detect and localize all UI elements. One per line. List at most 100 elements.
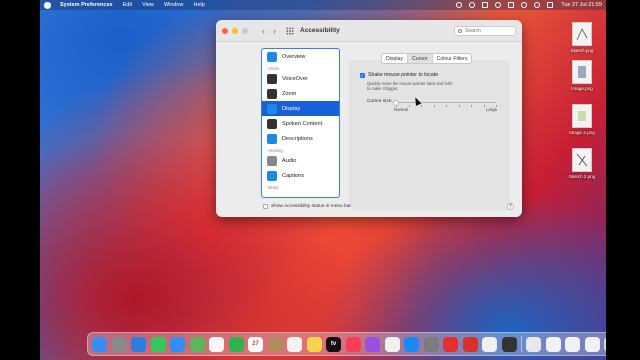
wifi-icon[interactable]: [521, 2, 528, 8]
sidebar-item-label: Descriptions: [282, 135, 313, 142]
search-field[interactable]: [454, 25, 516, 36]
slider-tick: [458, 105, 460, 107]
sidebar-item-descriptions[interactable]: Descriptions: [262, 131, 339, 146]
desktop-file-sketch-2[interactable]: Sketch 2.png: [562, 148, 602, 179]
menu-help[interactable]: Help: [193, 2, 204, 8]
apple-icon[interactable]: [44, 1, 51, 9]
sidebar-item-label: Overview: [282, 53, 306, 60]
show-all-grid-icon[interactable]: [286, 26, 294, 35]
siri-icon[interactable]: [469, 2, 476, 8]
minimize-button[interactable]: [232, 27, 238, 34]
dock-sketch-app-icon[interactable]: [501, 336, 517, 352]
desktop-file-image[interactable]: Image.png: [562, 60, 602, 91]
status-menu-checkbox[interactable]: [263, 204, 268, 209]
sidebar-item-audio[interactable]: Audio: [262, 153, 339, 168]
sidebar-item-spoken-content[interactable]: Spoken Content: [262, 116, 339, 131]
sidebar-item-voiceover[interactable]: VoiceOver: [262, 71, 339, 86]
dock-notes-icon[interactable]: [306, 336, 322, 352]
desktop-file-sketch[interactable]: Sketch.png: [562, 22, 602, 53]
sidebar-item-label: Audio: [282, 157, 297, 164]
menu-bar: System Preferences Edit View Window Help…: [40, 0, 606, 10]
slider-tick: [433, 105, 435, 107]
dock-finder-icon[interactable]: [92, 336, 107, 352]
shake-pointer-description: Quickly move the mouse pointer back and …: [367, 81, 453, 91]
zoom-button[interactable]: [242, 27, 248, 34]
menu-edit[interactable]: Edit: [123, 2, 132, 8]
menu-app-name[interactable]: System Preferences: [60, 2, 113, 8]
dock-screenshot-2-icon[interactable]: [565, 336, 580, 352]
menu-view[interactable]: View: [142, 2, 154, 8]
descriptions-icon: [267, 133, 277, 144]
dock-mail-2-icon[interactable]: [443, 336, 458, 352]
dock-app-store-icon[interactable]: [404, 336, 419, 352]
window-title: Accessibility: [300, 27, 340, 34]
menu-bar-status-option[interactable]: Show Accessibility status in menu bar: [263, 204, 351, 209]
play-icon[interactable]: [482, 2, 489, 8]
dock-messages-icon[interactable]: [150, 336, 166, 352]
control-center-icon[interactable]: [547, 2, 554, 8]
sidebar-item-display[interactable]: Display: [262, 101, 339, 116]
menu-window[interactable]: Window: [164, 2, 184, 8]
spotlight-icon[interactable]: [534, 2, 541, 8]
close-button[interactable]: [222, 27, 228, 34]
tab-display[interactable]: Display: [382, 54, 409, 63]
dock: 27 tv: [87, 332, 606, 356]
dock-news-icon[interactable]: [384, 336, 400, 352]
sidebar-item-label: Display: [282, 105, 301, 112]
sidebar-item-captions[interactable]: Captions: [262, 168, 339, 183]
dock-mail-icon[interactable]: [170, 336, 185, 352]
overview-icon: [267, 51, 277, 62]
tab-cursor[interactable]: Cursor: [408, 54, 433, 63]
dock-calendar-icon[interactable]: 27: [248, 336, 263, 352]
sidebar-item-overview[interactable]: Overview: [262, 49, 339, 64]
window-titlebar: ‹ › Accessibility: [216, 20, 522, 42]
dock-photos-icon[interactable]: [209, 336, 224, 352]
dock-music-icon[interactable]: [345, 336, 361, 352]
dock-system-preferences-icon[interactable]: [423, 336, 439, 352]
dock-maps-icon[interactable]: [189, 336, 205, 352]
sidebar-item-zoom[interactable]: Zoom: [262, 86, 339, 101]
sidebar-section-header: Motor: [268, 185, 279, 190]
dock-launchpad-icon[interactable]: [111, 336, 127, 352]
forward-icon[interactable]: ›: [273, 26, 276, 36]
search-input[interactable]: [465, 27, 513, 34]
dock-downloads-stack-icon[interactable]: [526, 336, 541, 352]
sidebar-item-label: Spoken Content: [282, 120, 323, 127]
voiceover-icon: [267, 73, 277, 84]
screen-record-icon[interactable]: [456, 2, 463, 8]
battery-icon[interactable]: [508, 2, 515, 8]
back-icon[interactable]: ‹: [262, 26, 265, 36]
search-icon: [458, 28, 462, 33]
shake-pointer-option[interactable]: ✓ Shake mouse pointer to locate: [360, 72, 438, 78]
sidebar-section-header: Hearing: [268, 148, 283, 153]
dock-chrome-icon[interactable]: [482, 336, 497, 352]
dock-reminders-icon[interactable]: [287, 336, 302, 352]
file-name: Image.png: [571, 86, 593, 91]
desktop-file-image-2[interactable]: Image 2.png: [562, 104, 602, 135]
shake-pointer-checkbox[interactable]: ✓: [360, 72, 365, 78]
file-thumbnail: [572, 60, 592, 84]
shake-pointer-label: Shake mouse pointer to locate: [368, 72, 439, 78]
dock-safari-icon[interactable]: [131, 336, 146, 352]
tab-colour-filters[interactable]: Colour Filters: [433, 54, 472, 63]
dock-screenshot-3-icon[interactable]: [584, 336, 600, 352]
slider-max-label: Large: [486, 107, 497, 112]
dock-facetime-icon[interactable]: [228, 336, 244, 352]
help-button[interactable]: ?: [507, 203, 514, 210]
slider-tick: [471, 105, 472, 107]
dock-photo-booth-icon[interactable]: [462, 336, 478, 352]
display-icon: [267, 103, 277, 114]
status-menu-label: Show Accessibility status in menu bar: [271, 204, 351, 209]
sidebar-item-label: Captions: [282, 172, 305, 179]
menu-clock[interactable]: Tue 27 Jul 21:59: [561, 2, 602, 8]
dock-tv-icon[interactable]: tv: [326, 336, 341, 352]
accessibility-menu-icon[interactable]: [495, 2, 502, 8]
cursor-size-slider[interactable]: [393, 99, 497, 107]
dock-podcasts-icon[interactable]: [365, 336, 380, 352]
dock-screenshot-1-icon[interactable]: [545, 336, 561, 352]
file-thumbnail: [572, 22, 592, 46]
dock-contacts-icon[interactable]: [267, 336, 283, 352]
dock-trash-icon[interactable]: [604, 336, 606, 352]
file-name: Sketch.png: [570, 48, 594, 53]
sidebar-item-label: Zoom: [282, 90, 297, 97]
